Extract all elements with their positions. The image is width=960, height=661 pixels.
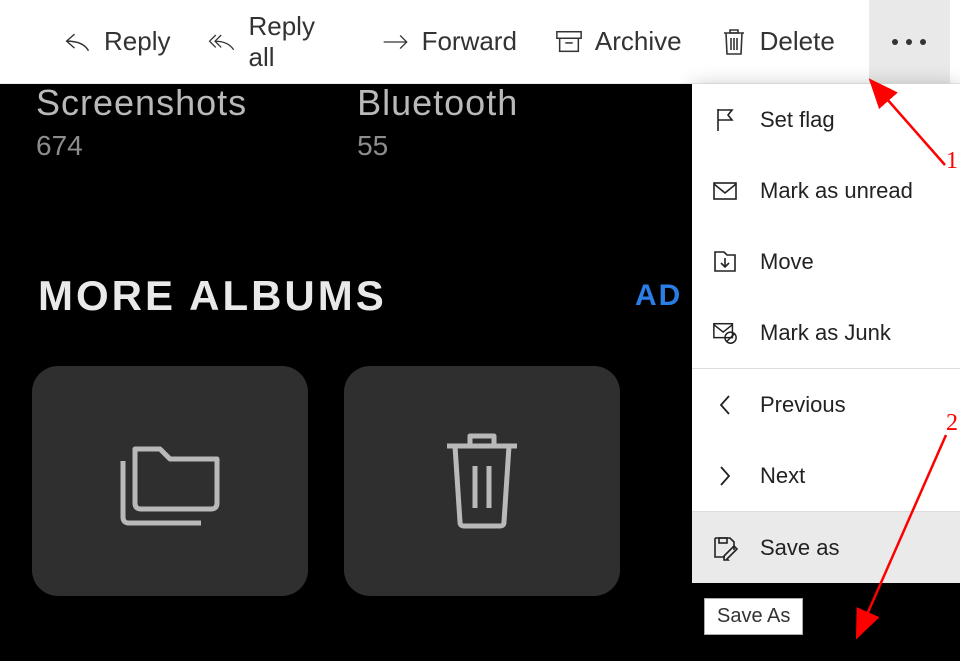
menu-save-as[interactable]: Save as [692, 512, 960, 583]
reply-all-button[interactable]: Reply all [204, 0, 347, 83]
trash-icon [720, 28, 748, 56]
menu-label: Move [760, 249, 814, 275]
menu-mark-unread[interactable]: Mark as unread [692, 155, 960, 226]
reply-icon [64, 28, 92, 56]
folders-icon [105, 431, 235, 531]
email-toolbar: Reply Reply all Forward Archive [0, 0, 960, 84]
archive-label: Archive [595, 26, 682, 57]
reply-all-icon [208, 28, 236, 56]
trash-large-icon [437, 426, 527, 536]
menu-label: Mark as Junk [760, 320, 891, 346]
more-albums-heading: MORE ALBUMS [38, 272, 387, 320]
archive-button[interactable]: Archive [551, 0, 686, 83]
delete-button[interactable]: Delete [716, 0, 839, 83]
archive-icon [555, 28, 583, 56]
album-count: 674 [36, 130, 247, 162]
menu-label: Next [760, 463, 805, 489]
flag-icon [712, 107, 738, 133]
menu-next[interactable]: Next [692, 440, 960, 511]
save-as-icon [712, 535, 738, 561]
menu-move[interactable]: Move [692, 226, 960, 297]
trash-tile [344, 366, 620, 596]
menu-mark-junk[interactable]: Mark as Junk [692, 297, 960, 368]
chevron-left-icon [712, 392, 738, 418]
album-bluetooth: Bluetooth 55 [357, 82, 518, 162]
menu-label: Set flag [760, 107, 835, 133]
envelope-icon [712, 178, 738, 204]
reply-label: Reply [104, 26, 170, 57]
more-icon [892, 39, 926, 45]
album-title: Screenshots [36, 82, 247, 124]
album-title: Bluetooth [357, 82, 518, 124]
chevron-right-icon [712, 463, 738, 489]
reply-button[interactable]: Reply [60, 0, 174, 83]
more-actions-menu: Set flag Mark as unread Move Mark as Jun… [692, 84, 960, 583]
tooltip-save-as: Save As [704, 598, 803, 635]
forward-icon [382, 28, 410, 56]
menu-label: Save as [760, 535, 840, 561]
folder-tile [32, 366, 308, 596]
forward-button[interactable]: Forward [378, 0, 521, 83]
reply-all-label: Reply all [248, 11, 343, 73]
menu-label: Mark as unread [760, 178, 913, 204]
junk-icon [712, 320, 738, 346]
more-actions-button[interactable] [869, 0, 950, 84]
album-screenshots: Screenshots 674 [36, 82, 247, 162]
menu-label: Previous [760, 392, 846, 418]
move-icon [712, 249, 738, 275]
menu-previous[interactable]: Previous [692, 369, 960, 440]
album-count: 55 [357, 130, 518, 162]
add-album-link: AD [635, 279, 682, 313]
menu-set-flag[interactable]: Set flag [692, 84, 960, 155]
forward-label: Forward [422, 26, 517, 57]
delete-label: Delete [760, 26, 835, 57]
